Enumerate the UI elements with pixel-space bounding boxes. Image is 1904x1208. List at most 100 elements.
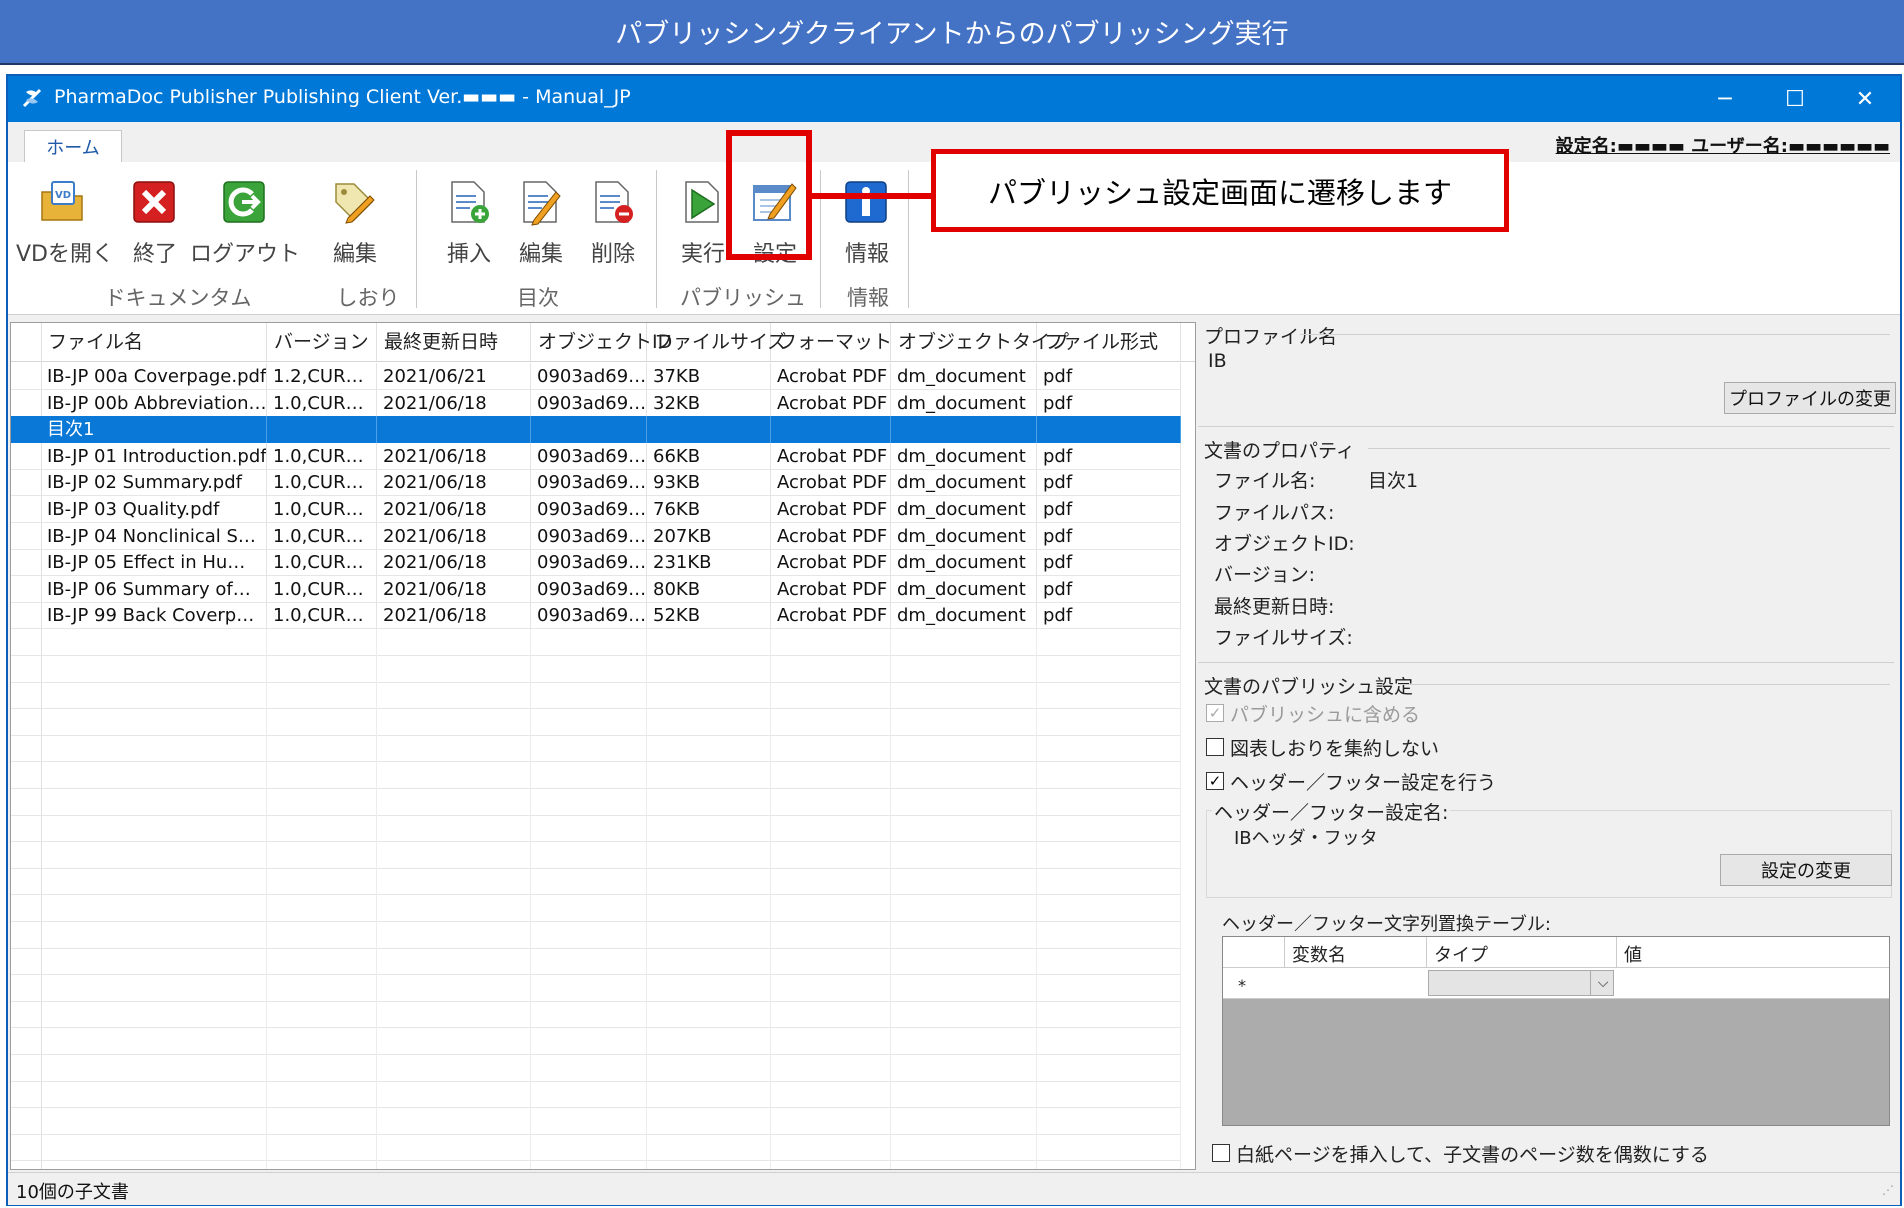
row-divider <box>11 788 1181 789</box>
table-cell: 2021/06/18 <box>377 523 531 550</box>
row-divider <box>11 894 1181 895</box>
chevron-down-icon[interactable]: ⌵ <box>1590 970 1615 996</box>
table-row[interactable]: IB-JP 03 Quality.pdf 1.0,CUR… 2021/06/18 09… <box>11 496 1181 523</box>
table-cell: pdf <box>1037 523 1181 550</box>
header-footer-checkbox[interactable]: ✓ <box>1206 772 1224 790</box>
column-guide <box>890 629 891 1169</box>
toc-delete-button[interactable]: 削除 <box>576 170 650 280</box>
blank-page-checkbox[interactable] <box>1212 1144 1230 1162</box>
table-cell: 2021/06/21 <box>377 363 531 390</box>
table-cell: 2021/06/18 <box>377 576 531 603</box>
row-divider <box>11 1160 1181 1161</box>
row-divider <box>11 655 1181 656</box>
table-cell: 66KB <box>647 443 771 470</box>
minimize-button[interactable]: ─ <box>1690 76 1760 122</box>
profile-section-title: プロファイル名 <box>1204 326 1338 348</box>
table-row[interactable]: IB-JP 06 Summary of… 1.0,CUR… 2021/06/18 09… <box>11 576 1181 603</box>
table-cell: 2021/06/18 <box>377 549 531 576</box>
info-button[interactable]: 情報 <box>830 170 904 280</box>
table-cell: 207KB <box>647 523 771 550</box>
table-cell: 1.2,CUR… <box>267 363 377 390</box>
no-aggregate-checkbox[interactable] <box>1206 738 1224 756</box>
table-cell: 0903ad69… <box>531 576 647 603</box>
callout-connector <box>812 193 934 199</box>
file-name-value: 目次1 <box>1368 470 1419 492</box>
column-header[interactable]: ファイルサイズ <box>647 323 786 361</box>
table-cell: pdf <box>1037 576 1181 603</box>
table-row-selected[interactable]: 目次1 <box>11 416 1181 443</box>
table-cell: pdf <box>1037 443 1181 470</box>
document-grid[interactable]: ファイル名 バージョン 最終更新日時 オブジェクトID ファイルサイズ フォーマット オブジ… <box>10 322 1196 1170</box>
table-row[interactable]: IB-JP 04 Nonclinical S… 1.0,CUR… 2021/06/1… <box>11 523 1181 550</box>
status-text: 10個の子文書 <box>16 1182 129 1203</box>
change-settings-button[interactable]: 設定の変更 <box>1720 854 1892 886</box>
table-row[interactable]: IB-JP 02 Summary.pdf 1.0,CUR… 2021/06/18 09… <box>11 469 1181 496</box>
info-icon <box>845 181 887 223</box>
table-cell: 2021/06/18 <box>377 390 531 417</box>
table-row[interactable]: IB-JP 99 Back Coverp… 1.0,CUR… 2021/06/18 0… <box>11 602 1181 629</box>
table-row[interactable]: IB-JP 05 Effect in Hu… 1.0,CUR… 2021/06/18… <box>11 549 1181 576</box>
type-dropdown[interactable] <box>1428 970 1614 996</box>
page-banner: パブリッシングクライアントからのパブリッシング実行 <box>0 0 1904 65</box>
bookmark-edit-label: 編集 <box>332 242 377 267</box>
maximize-button[interactable]: ☐ <box>1760 76 1830 122</box>
table-cell: IB-JP 05 Effect in Hu… <box>41 549 267 576</box>
column-header[interactable]: ファイル名 <box>41 323 267 361</box>
blank-page-label: 白紙ページを挿入して、子文書のページ数を偶数にする <box>1236 1144 1709 1166</box>
column-guide <box>1036 629 1037 1169</box>
table-cell: pdf <box>1037 363 1181 390</box>
table-cell: 2021/06/18 <box>377 602 531 629</box>
document-edit-icon <box>523 181 561 226</box>
column-guide <box>646 629 647 1169</box>
tab-home[interactable]: ホーム <box>24 130 122 162</box>
table-cell: Acrobat PDF <box>771 523 891 550</box>
col-value: 値 <box>1624 945 1642 966</box>
table-row[interactable]: IB-JP 00a Coverpage.pdf 1.2,CUR… 2021/06/2… <box>11 363 1181 390</box>
resize-grip-icon[interactable]: ⋰ <box>1882 1183 1894 1197</box>
bookmark-edit-button[interactable]: 編集 <box>318 170 392 280</box>
logout-button[interactable]: ログアウト <box>190 170 300 280</box>
column-header[interactable]: 最終更新日時 <box>377 323 531 361</box>
table-cell: Acrobat PDF <box>771 443 891 470</box>
table-cell <box>647 416 771 443</box>
group-separator <box>908 170 909 308</box>
column-header[interactable]: オブジェクトタイプ <box>891 323 1069 361</box>
app-logo-icon <box>22 88 42 108</box>
file-path-label: ファイルパス: <box>1214 502 1335 524</box>
exit-button[interactable]: 終了 <box>118 170 192 280</box>
table-row[interactable]: IB-JP 00b Abbreviation… 1.0,CUR… 2021/06/1… <box>11 390 1181 417</box>
table-cell <box>377 416 531 443</box>
document-add-icon <box>451 181 489 223</box>
column-header[interactable]: バージョン <box>267 323 377 361</box>
row-divider <box>11 761 1181 762</box>
table-cell: dm_document <box>891 390 1037 417</box>
column-header[interactable]: ファイル形式 <box>1037 323 1181 361</box>
include-publish-checkbox[interactable]: ✓ <box>1206 704 1224 722</box>
table-cell: 32KB <box>647 390 771 417</box>
row-divider <box>11 974 1181 975</box>
table-cell: Acrobat PDF <box>771 390 891 417</box>
table-cell: dm_document <box>891 576 1037 603</box>
column-header[interactable]: オブジェクトID <box>531 323 672 361</box>
section-divider <box>1198 662 1894 663</box>
table-cell: IB-JP 99 Back Coverp… <box>41 602 267 629</box>
column-guide <box>376 629 377 1169</box>
table-cell: 0903ad69… <box>531 523 647 550</box>
table-cell: dm_document <box>891 496 1037 523</box>
change-profile-button[interactable]: プロファイルの変更 <box>1724 382 1896 414</box>
close-button[interactable]: ✕ <box>1830 76 1900 122</box>
table-cell <box>267 416 377 443</box>
table-cell: Acrobat PDF <box>771 602 891 629</box>
table-cell: 2021/06/18 <box>377 469 531 496</box>
column-header[interactable]: フォーマット <box>771 323 892 361</box>
table-cell: 0903ad69… <box>531 602 647 629</box>
window-title: PharmaDoc Publisher Publishing Client Ve… <box>54 86 631 108</box>
table-cell: 1.0,CUR… <box>267 602 377 629</box>
table-row[interactable]: IB-JP 01 Introduction.pdf 1.0,CUR… 2021/06… <box>11 443 1181 470</box>
open-vd-button[interactable]: VD VDを開く <box>16 170 114 280</box>
table-cell <box>891 416 1037 443</box>
title-bar: PharmaDoc Publisher Publishing Client Ve… <box>8 76 1900 122</box>
table-cell: pdf <box>1037 549 1181 576</box>
table-cell <box>531 416 647 443</box>
modified-label: 最終更新日時: <box>1214 596 1335 618</box>
